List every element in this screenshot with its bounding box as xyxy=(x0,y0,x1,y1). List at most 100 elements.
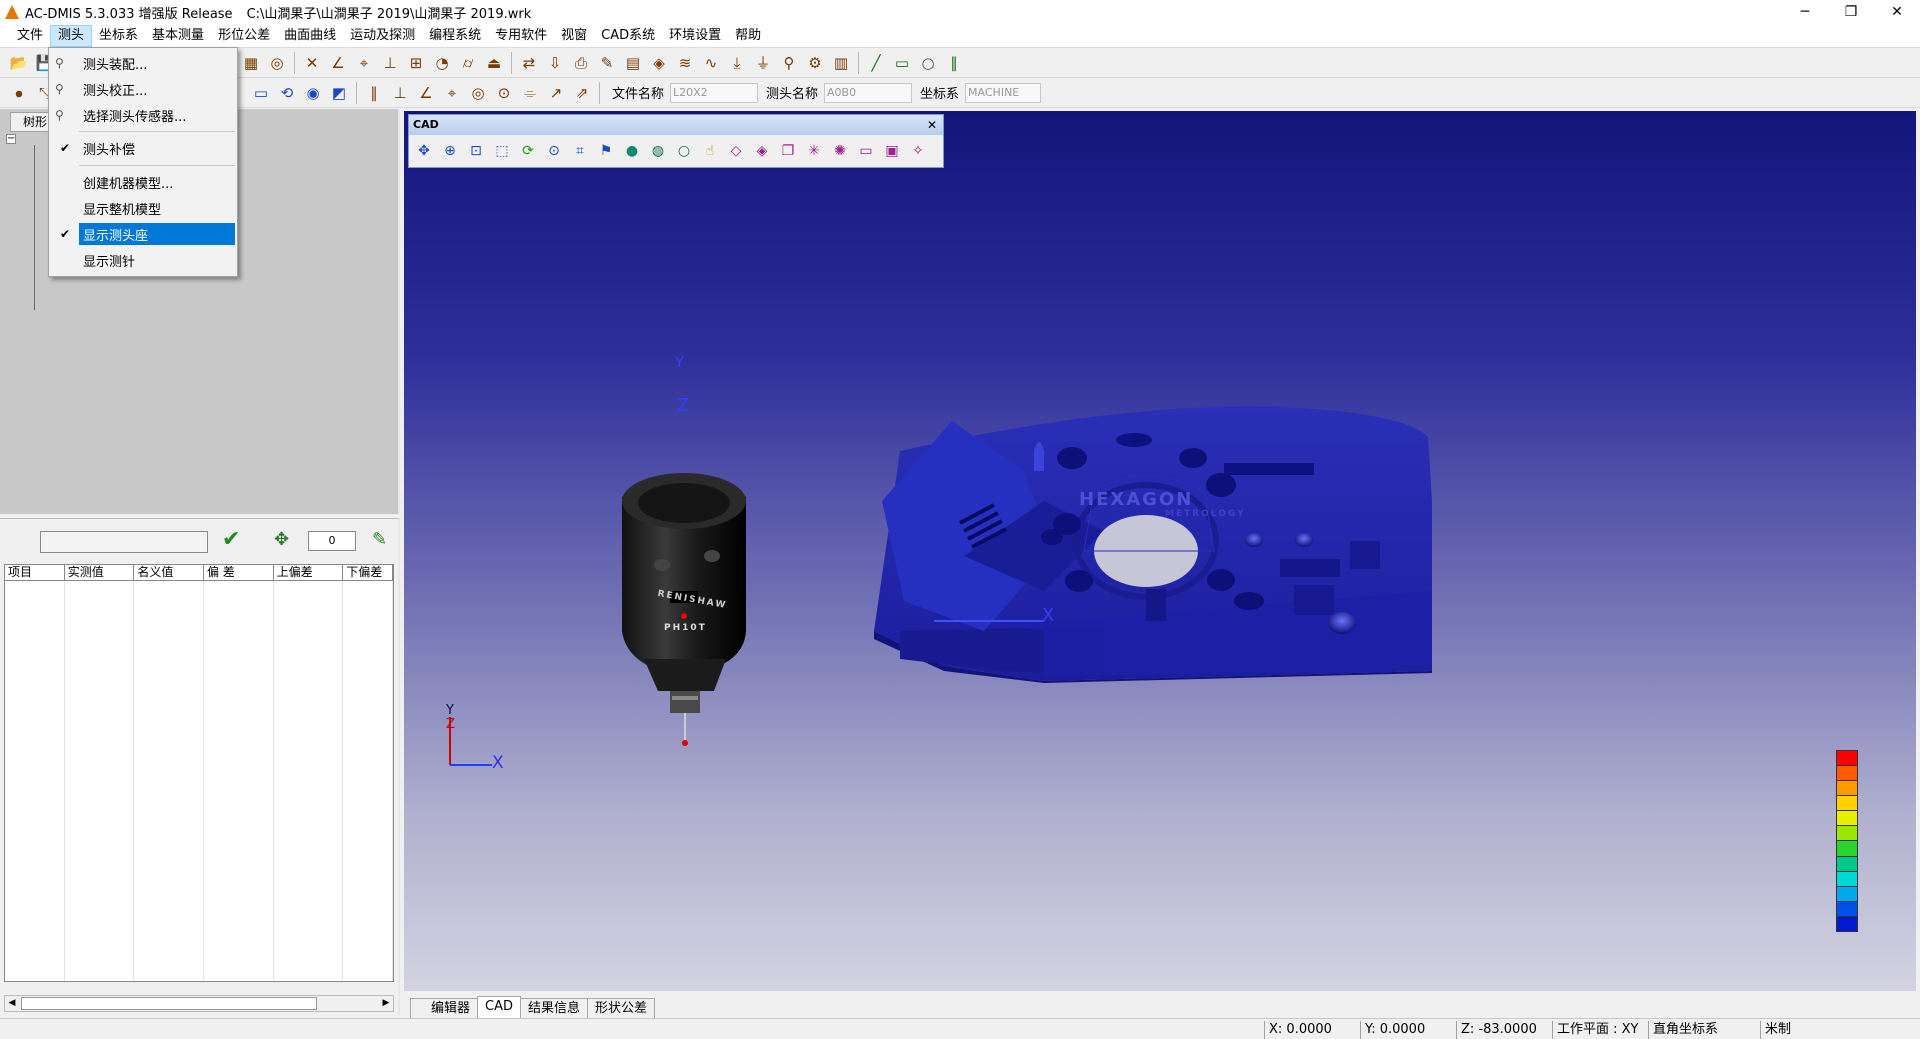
head-icon[interactable]: ⏚ xyxy=(752,52,774,74)
total-runout-icon[interactable]: ⇗ xyxy=(571,82,593,104)
magic-icon[interactable]: ✧ xyxy=(907,140,929,162)
tool-icon-a[interactable]: ▦ xyxy=(240,52,262,74)
menu-item-probe-calibration[interactable]: ⚲ 测头校正... xyxy=(49,78,237,100)
rack-icon[interactable]: ▥ xyxy=(830,52,852,74)
box-icon[interactable]: ▭ xyxy=(250,82,272,104)
horizontal-scrollbar[interactable]: ◀ ▶ xyxy=(4,995,394,1012)
point-tool-icon[interactable]: ⦁ xyxy=(8,82,30,104)
menu-item-probe-assembly[interactable]: ⚲ 测头装配... xyxy=(49,52,237,74)
file-name-field[interactable]: L20X2 xyxy=(670,82,759,103)
concentric-icon[interactable]: ◎ xyxy=(467,82,489,104)
clip-icon[interactable]: ◈ xyxy=(751,140,773,162)
sphere-icon[interactable]: ◉ xyxy=(302,82,324,104)
stylus-icon[interactable]: ⤓ xyxy=(726,52,748,74)
menu-gdt[interactable]: 形位公差 xyxy=(211,25,277,47)
confirm-icon[interactable]: ✔ xyxy=(222,527,240,552)
col-nominal[interactable]: 名义值 xyxy=(134,565,204,580)
cad-toolbar-close-button[interactable]: ✕ xyxy=(927,115,937,135)
cad-toolbar-title[interactable]: CAD ✕ xyxy=(409,115,943,135)
wire-sphere-icon[interactable]: ◍ xyxy=(647,140,669,162)
edit-icon[interactable]: ✎ xyxy=(596,52,618,74)
scroll-thumb[interactable] xyxy=(21,997,317,1010)
outline-circle-icon[interactable]: ○ xyxy=(673,140,695,162)
section-icon[interactable]: ◇ xyxy=(725,140,747,162)
layers-icon[interactable]: ❐ xyxy=(777,140,799,162)
circle-outline-icon[interactable]: ○ xyxy=(917,52,939,74)
cylinder-icon[interactable]: ⌭ xyxy=(457,52,479,74)
menu-cad[interactable]: CAD系统 xyxy=(594,25,662,47)
color-icon[interactable]: ◈ xyxy=(648,52,670,74)
tab-cad[interactable]: CAD xyxy=(477,996,521,1018)
menu-item-show-probe-head[interactable]: 显示测头座 xyxy=(79,223,235,245)
tool-icon-b[interactable]: ◎ xyxy=(266,52,288,74)
shaded-sphere-icon[interactable]: ● xyxy=(621,140,643,162)
menu-view[interactable]: 视窗 xyxy=(554,25,594,47)
col-measured[interactable]: 实测值 xyxy=(65,565,135,580)
camera-icon[interactable]: ▣ xyxy=(881,140,903,162)
pan-icon[interactable]: ✥ xyxy=(413,140,435,162)
scroll-left-icon[interactable]: ◀ xyxy=(5,996,19,1011)
probe-hit-icon[interactable]: ✥ xyxy=(274,529,289,550)
cad-viewport[interactable]: Y Z X HEXAGON METROLOGY RENISHAW PH10T Y… xyxy=(404,111,1916,991)
cone-icon[interactable]: ⏏ xyxy=(483,52,505,74)
print-icon[interactable]: ⎙ xyxy=(570,52,592,74)
coordinate-system-field[interactable]: MACHINE xyxy=(965,82,1042,103)
menu-motion-probing[interactable]: 运动及探测 xyxy=(343,25,422,47)
menu-item-select-sensor[interactable]: ⚲ 选择测头传感器... xyxy=(49,104,237,126)
runout-icon[interactable]: ↗ xyxy=(545,82,567,104)
menu-item-show-machine-model[interactable]: 显示整机模型 xyxy=(49,197,237,219)
line-icon[interactable]: ⊥ xyxy=(379,52,401,74)
parallelism-icon[interactable]: ∥ xyxy=(363,82,385,104)
menu-probe[interactable]: 测头 xyxy=(50,24,93,47)
screen-icon[interactable]: ▭ xyxy=(855,140,877,162)
scroll-right-icon[interactable]: ▶ xyxy=(379,996,393,1011)
load-icon[interactable]: ⇩ xyxy=(544,52,566,74)
menu-special-software[interactable]: 专用软件 xyxy=(488,25,554,47)
zoom-fit-icon[interactable]: ⊙ xyxy=(543,140,565,162)
view-cube-icon[interactable]: ⬚ xyxy=(491,140,513,162)
menu-item-show-stylus[interactable]: 显示测针 xyxy=(49,249,237,271)
rotate-view-icon[interactable]: ⟳ xyxy=(517,140,539,162)
menu-programming[interactable]: 编程系统 xyxy=(422,25,488,47)
col-item[interactable]: 项目 xyxy=(5,565,65,580)
probe-head-icon[interactable]: ⚲ xyxy=(778,52,800,74)
zoom-window-icon[interactable]: ⊡ xyxy=(465,140,487,162)
maximize-button[interactable]: ❐ xyxy=(1828,0,1874,24)
tree-expander[interactable]: − xyxy=(6,134,16,144)
position-icon[interactable]: ⌖ xyxy=(441,82,463,104)
circle-icon[interactable]: ◔ xyxy=(431,52,453,74)
tab-form-tolerance[interactable]: 形状公差 xyxy=(587,998,656,1018)
menu-file[interactable]: 文件 xyxy=(10,25,50,47)
coaxial-icon[interactable]: ⊙ xyxy=(493,82,515,104)
report-icon[interactable]: ▤ xyxy=(622,52,644,74)
menu-surface-curve[interactable]: 曲面曲线 xyxy=(277,25,343,47)
close-button[interactable]: ✕ xyxy=(1874,0,1920,24)
probe-angle-icon[interactable]: ⚙ xyxy=(804,52,826,74)
hit-counter[interactable]: 0 xyxy=(308,531,356,551)
rect-icon[interactable]: ▭ xyxy=(891,52,913,74)
menu-item-create-machine-model[interactable]: 创建机器模型... xyxy=(49,171,237,193)
symmetry-icon[interactable]: ⌯ xyxy=(519,82,541,104)
tab-editor[interactable]: 编辑器 xyxy=(410,998,479,1018)
tab-results[interactable]: 结果信息 xyxy=(520,998,589,1018)
move-icon[interactable]: ⇄ xyxy=(518,52,540,74)
menu-basic-measure[interactable]: 基本测量 xyxy=(145,25,211,47)
cross-icon[interactable]: ✕ xyxy=(301,52,323,74)
probe-name-field[interactable]: A0B0 xyxy=(824,82,913,103)
pen-icon[interactable]: ✎ xyxy=(372,529,387,550)
layer-icon[interactable]: ≋ xyxy=(674,52,696,74)
open-icon[interactable]: 📂 xyxy=(8,52,30,74)
select-icon[interactable]: ⌗ xyxy=(569,140,591,162)
point-icon[interactable]: ⌖ xyxy=(353,52,375,74)
light-icon[interactable]: ✺ xyxy=(829,140,851,162)
menu-settings[interactable]: 环境设置 xyxy=(662,25,728,47)
menu-help[interactable]: 帮助 xyxy=(728,25,768,47)
minimize-button[interactable]: ─ xyxy=(1782,0,1828,24)
col-deviation[interactable]: 偏 差 xyxy=(204,565,274,580)
explode-icon[interactable]: ✳ xyxy=(803,140,825,162)
zoom-in-icon[interactable]: ⊕ xyxy=(439,140,461,162)
perpendicular-icon[interactable]: ⊥ xyxy=(389,82,411,104)
menu-coordinate[interactable]: 坐标系 xyxy=(92,25,145,47)
feature-input[interactable] xyxy=(40,531,208,553)
angularity-icon[interactable]: ∠ xyxy=(415,82,437,104)
